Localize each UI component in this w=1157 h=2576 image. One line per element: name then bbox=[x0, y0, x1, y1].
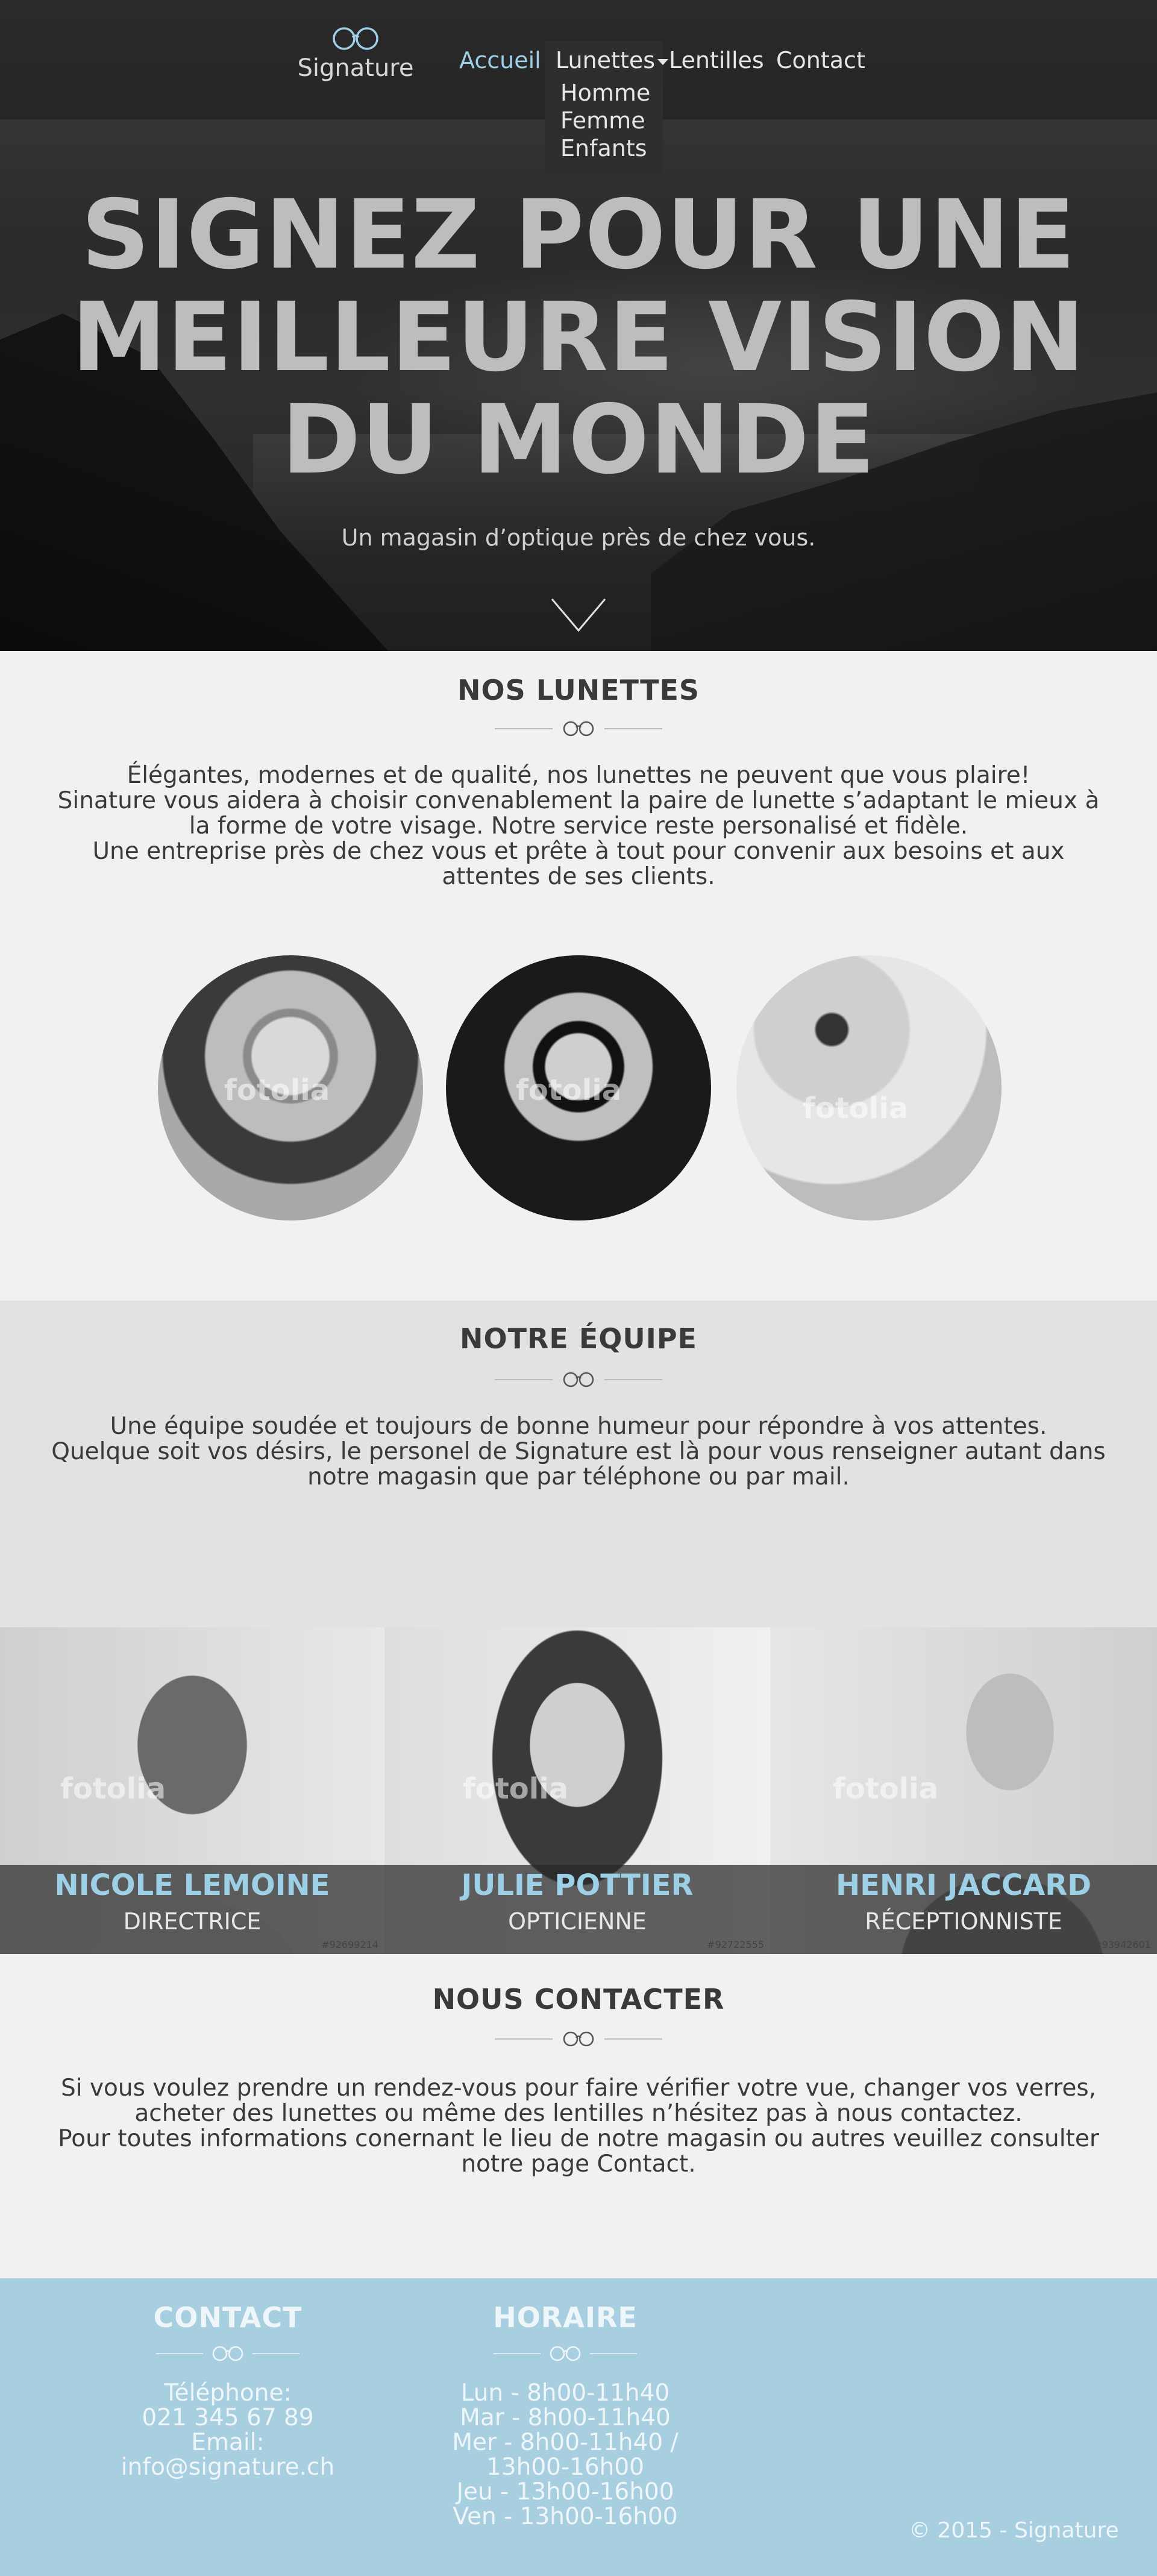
team-member-name: HENRI JACCARD bbox=[835, 1868, 1092, 1902]
watermark-text: fotolia bbox=[516, 1073, 622, 1107]
photo-contact-lens: fotolia bbox=[736, 955, 1002, 1220]
team-member-name: NICOLE LEMOINE bbox=[54, 1868, 330, 1902]
divider-line bbox=[252, 2353, 299, 2354]
paragraph-line: Une équipe soudée et toujours de bonne h… bbox=[110, 1413, 1047, 1440]
hero-title-line: DU MONDE bbox=[281, 385, 876, 495]
footer-contact-column: CONTACT Téléphone: 021 345 67 89 Email: … bbox=[108, 2301, 347, 2480]
hero-section: Signature Accueil Lunettes Homme Femme E… bbox=[0, 0, 1157, 651]
divider-line bbox=[495, 2038, 553, 2040]
footer-divider bbox=[108, 2345, 347, 2363]
section-title-contacter: NOUS CONTACTER bbox=[432, 1983, 725, 2015]
team-member-role: OPTICIENNE bbox=[508, 1908, 647, 1935]
nav-item-accueil[interactable]: Accueil bbox=[459, 47, 541, 74]
photo-woman-hat-glasses: fotolia bbox=[158, 955, 423, 1220]
section-divider bbox=[0, 720, 1157, 738]
footer-contact-line: Téléphone: bbox=[164, 2380, 292, 2407]
paragraph-line: Élégantes, modernes et de qualité, nos l… bbox=[127, 762, 1030, 789]
footer-divider bbox=[446, 2345, 685, 2363]
hero-title-line: SIGNEZ POUR UNE bbox=[81, 180, 1076, 291]
glasses-divider-icon bbox=[563, 1372, 594, 1387]
nav-item-lunettes[interactable]: Lunettes bbox=[556, 47, 669, 74]
glasses-divider-icon bbox=[212, 2346, 243, 2361]
section-divider bbox=[0, 1371, 1157, 1389]
footer-email-link[interactable]: info@signature.ch bbox=[108, 2455, 347, 2480]
paragraph-line: notre magasin que par téléphone ou par m… bbox=[307, 1463, 850, 1491]
watermark-text: fotolia bbox=[833, 1772, 939, 1806]
glasses-logo-icon bbox=[333, 27, 378, 50]
team-member-card: fotolia NICOLE LEMOINE DIRECTRICE #92699… bbox=[0, 1627, 384, 1954]
photo-stock-code: #92699214 bbox=[321, 1939, 378, 1950]
divider-line bbox=[590, 2353, 637, 2354]
watermark-text: fotolia bbox=[463, 1772, 569, 1806]
caret-down-icon bbox=[657, 58, 669, 65]
team-member-name: JULIE POTTIER bbox=[461, 1868, 694, 1902]
divider-line bbox=[604, 2038, 662, 2040]
section-title-lunettes: NOS LUNETTES bbox=[457, 674, 700, 706]
footer-hours-line: Mer - 8h00-11h40 / bbox=[452, 2429, 679, 2456]
footer-contact-title: CONTACT bbox=[153, 2301, 303, 2334]
glasses-divider-icon bbox=[563, 2031, 594, 2047]
photo-woman-sunglasses: fotolia bbox=[446, 955, 711, 1220]
team-member-card: fotolia HENRI JACCARD RÉCEPTIONNISTE #93… bbox=[770, 1627, 1157, 1954]
watermark-text: fotolia bbox=[803, 1092, 909, 1125]
equipe-paragraph: Une équipe soudée et toujours de bonne h… bbox=[0, 1414, 1157, 1490]
paragraph-line: la forme de votre visage. Notre service … bbox=[189, 812, 968, 840]
footer-hours-line: Jeu - 13h00-16h00 bbox=[456, 2478, 674, 2505]
footer-horaire-column: HORAIRE Lun - 8h00-11h40 Mar - 8h00-11h4… bbox=[446, 2301, 685, 2529]
divider-line bbox=[495, 728, 553, 729]
team-member-card: fotolia JULIE POTTIER OPTICIENNE #927225… bbox=[384, 1627, 770, 1954]
nav-item-contact[interactable]: Contact bbox=[776, 47, 865, 74]
divider-line bbox=[495, 1379, 553, 1380]
footer-hours-line: Lun - 8h00-11h40 bbox=[460, 2380, 670, 2407]
footer-phone[interactable]: 021 345 67 89 bbox=[108, 2405, 347, 2430]
nav-dropdown-lunettes: Lunettes Homme Femme Enfants bbox=[545, 41, 669, 177]
nav-item-lentilles[interactable]: Lentilles bbox=[669, 47, 764, 74]
paragraph-line: Quelque soit vos désirs, le personel de … bbox=[51, 1438, 1106, 1465]
contacter-paragraph: Si vous voulez prendre un rendez-vous po… bbox=[0, 2076, 1157, 2177]
hero-subtitle: Un magasin d’optique près de chez vous. bbox=[341, 524, 816, 551]
dropdown-item-enfants[interactable]: Enfants bbox=[560, 135, 647, 162]
paragraph-line: attentes de ses clients. bbox=[442, 863, 715, 890]
lunettes-paragraph: Élégantes, modernes et de qualité, nos l… bbox=[0, 763, 1157, 890]
hero-title-line: MEILLEURE VISION bbox=[71, 282, 1086, 393]
logo[interactable]: Signature bbox=[295, 27, 416, 82]
section-title-equipe: NOTRE ÉQUIPE bbox=[460, 1322, 697, 1355]
footer-horaire-title: HORAIRE bbox=[493, 2301, 638, 2334]
logo-text: Signature bbox=[297, 54, 414, 82]
paragraph-line: Si vous voulez prendre un rendez-vous po… bbox=[60, 2075, 1097, 2102]
scroll-down-button[interactable] bbox=[550, 597, 607, 636]
paragraph-line: notre page Contact. bbox=[461, 2150, 696, 2178]
glasses-divider-icon bbox=[550, 2346, 581, 2361]
footer-contact-line: Email: bbox=[191, 2429, 265, 2456]
team-members: fotolia NICOLE LEMOINE DIRECTRICE #92699… bbox=[0, 1627, 1157, 1954]
dropdown-item-homme[interactable]: Homme bbox=[560, 80, 650, 106]
watermark-text: fotolia bbox=[60, 1772, 166, 1806]
nav-item-lunettes-label: Lunettes bbox=[556, 47, 656, 74]
dropdown-item-femme[interactable]: Femme bbox=[560, 107, 645, 134]
photo-stock-code: #93942601 bbox=[1094, 1939, 1151, 1950]
footer-copyright: © 2015 - Signature bbox=[909, 2518, 1119, 2543]
glasses-divider-icon bbox=[563, 721, 594, 737]
paragraph-line: Pour toutes informations conernant le li… bbox=[58, 2125, 1099, 2152]
divider-line bbox=[156, 2353, 203, 2354]
divider-line bbox=[604, 1379, 662, 1380]
footer-hours-line: 13h00-16h00 bbox=[486, 2454, 644, 2481]
paragraph-line: Sinature vous aidera à choisir convenabl… bbox=[57, 787, 1100, 814]
team-member-role: RÉCEPTIONNISTE bbox=[865, 1908, 1062, 1935]
paragraph-line: Une entreprise près de chez vous et prêt… bbox=[92, 838, 1065, 865]
footer-hours-line: Ven - 13h00-16h00 bbox=[453, 2503, 678, 2530]
footer-hours-line: Mar - 8h00-11h40 bbox=[460, 2404, 671, 2431]
watermark-text: fotolia bbox=[224, 1073, 330, 1107]
hero-title: SIGNEZ POUR UNE MEILLEURE VISION DU MOND… bbox=[0, 184, 1157, 491]
divider-line bbox=[604, 728, 662, 729]
team-member-role: DIRECTRICE bbox=[123, 1908, 262, 1935]
divider-line bbox=[494, 2353, 541, 2354]
photo-stock-code: #92722555 bbox=[707, 1939, 764, 1950]
paragraph-line: acheter des lunettes ou même des lentill… bbox=[134, 2100, 1023, 2127]
chevron-down-icon bbox=[551, 598, 606, 632]
section-divider bbox=[0, 2030, 1157, 2048]
